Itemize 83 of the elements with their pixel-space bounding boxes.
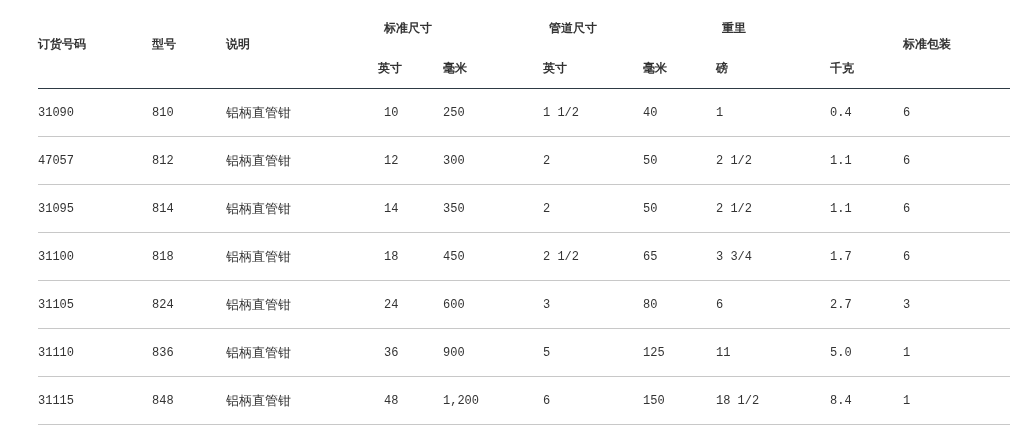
table-cell: 250 <box>443 105 465 120</box>
table-cell: 6 <box>903 105 911 120</box>
table-cell: 31090 <box>38 105 74 120</box>
table-cell: 812 <box>152 153 174 168</box>
table-cell: 350 <box>443 201 465 216</box>
table-cell: 40 <box>643 105 658 120</box>
table-cell: 836 <box>152 345 174 360</box>
table-cell: 31095 <box>38 201 74 216</box>
table-cell: 1 <box>903 393 911 408</box>
column-header: 英寸 <box>378 59 402 77</box>
table-cell: 50 <box>643 153 658 168</box>
table-cell: 900 <box>443 345 465 360</box>
table-cell: 3 <box>903 297 911 312</box>
table-cell: 1 1/2 <box>543 105 579 120</box>
column-header: 毫米 <box>443 59 467 77</box>
table-cell: 300 <box>443 153 465 168</box>
table-cell: 2 1/2 <box>716 201 752 216</box>
table-cell: 150 <box>643 393 665 408</box>
table-cell: 818 <box>152 249 174 264</box>
table-cell: 814 <box>152 201 174 216</box>
table-cell: 18 1/2 <box>716 393 760 408</box>
table-cell: 1 <box>903 345 911 360</box>
table-cell: 6 <box>903 249 911 264</box>
table-cell: 铝柄直管钳 <box>226 343 291 362</box>
column-header: 千克 <box>830 59 854 77</box>
column-header: 磅 <box>716 59 728 77</box>
table-cell: 47057 <box>38 153 74 168</box>
table-cell: 5 <box>543 345 551 360</box>
table-cell: 铝柄直管钳 <box>226 199 291 218</box>
table-cell: 1,200 <box>443 393 479 408</box>
table-cell: 6 <box>543 393 551 408</box>
column-header: 型号 <box>152 35 176 53</box>
table-cell: 125 <box>643 345 665 360</box>
column-header: 标准包装 <box>903 35 951 53</box>
table-cell: 80 <box>643 297 658 312</box>
table-cell: 1.1 <box>830 201 852 216</box>
table-cell: 6 <box>716 297 724 312</box>
table-cell: 1 <box>716 105 724 120</box>
column-group-header: 管道尺寸 <box>549 19 597 37</box>
table-cell: 450 <box>443 249 465 264</box>
table-cell: 2 1/2 <box>716 153 752 168</box>
table-cell: 31105 <box>38 297 74 312</box>
column-group-header: 重里 <box>722 19 746 37</box>
table-cell: 31115 <box>38 393 74 408</box>
table-cell: 12 <box>384 153 399 168</box>
table-cell: 3 <box>543 297 551 312</box>
table-cell: 铝柄直管钳 <box>226 295 291 314</box>
table-cell: 600 <box>443 297 465 312</box>
table-cell: 铝柄直管钳 <box>226 103 291 122</box>
table-cell: 11 <box>716 345 731 360</box>
table-cell: 5.0 <box>830 345 852 360</box>
table-cell: 65 <box>643 249 658 264</box>
table-cell: 1.7 <box>830 249 852 264</box>
table-cell: 36 <box>384 345 399 360</box>
table-cell: 2 1/2 <box>543 249 579 264</box>
table-cell: 8.4 <box>830 393 852 408</box>
table-cell: 48 <box>384 393 399 408</box>
table-cell: 24 <box>384 297 399 312</box>
table-cell: 31100 <box>38 249 74 264</box>
table-cell: 2 <box>543 201 551 216</box>
table-cell: 14 <box>384 201 399 216</box>
table-cell: 10 <box>384 105 399 120</box>
table-cell: 2.7 <box>830 297 852 312</box>
column-header: 英寸 <box>543 59 567 77</box>
table-cell: 2 <box>543 153 551 168</box>
column-header: 毫米 <box>643 59 667 77</box>
table-cell: 810 <box>152 105 174 120</box>
table-cell: 6 <box>903 201 911 216</box>
table-cell: 1.1 <box>830 153 852 168</box>
table-cell: 824 <box>152 297 174 312</box>
table-cell: 铝柄直管钳 <box>226 391 291 410</box>
table-cell: 铝柄直管钳 <box>226 151 291 170</box>
table-cell: 31110 <box>38 345 74 360</box>
table-cell: 0.4 <box>830 105 852 120</box>
table-cell: 18 <box>384 249 399 264</box>
table-cell: 铝柄直管钳 <box>226 247 291 266</box>
table-cell: 848 <box>152 393 174 408</box>
column-header: 说明 <box>226 35 250 53</box>
table-cell: 50 <box>643 201 658 216</box>
column-header: 订货号码 <box>38 35 86 53</box>
table-cell: 3 3/4 <box>716 249 752 264</box>
column-group-header: 标准尺寸 <box>384 19 432 37</box>
table-cell: 6 <box>903 153 911 168</box>
